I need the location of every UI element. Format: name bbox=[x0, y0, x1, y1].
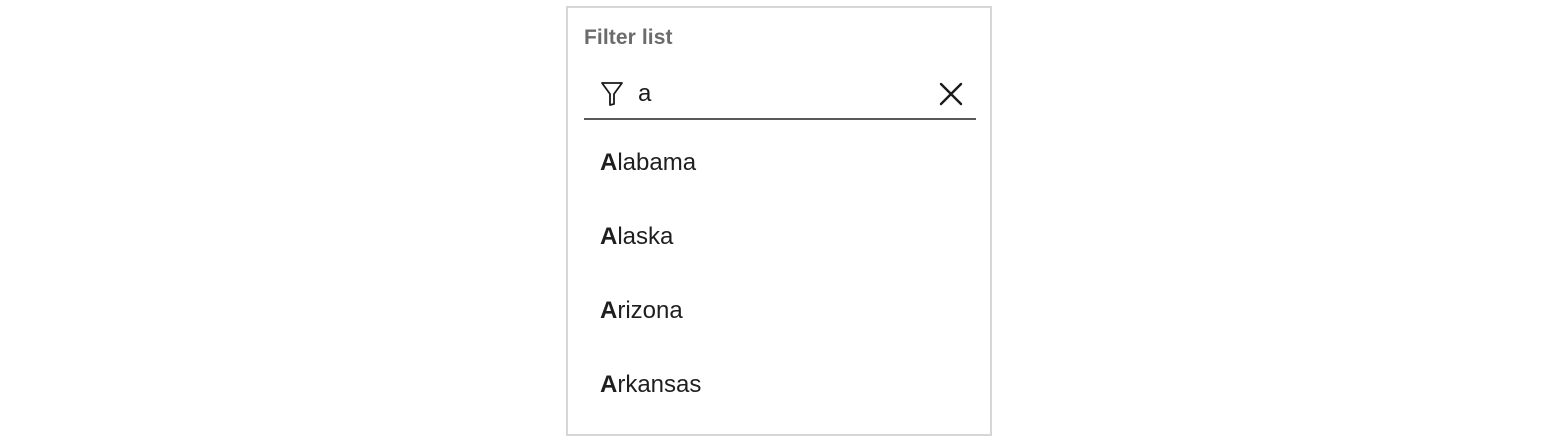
list-item[interactable]: Arkansas bbox=[584, 348, 976, 422]
filtered-results-list: Alabama Alaska Arizona Arkansas bbox=[584, 126, 976, 422]
filter-search-field[interactable] bbox=[584, 70, 976, 120]
match-highlight: A bbox=[600, 149, 618, 176]
list-item[interactable]: Alaska bbox=[584, 200, 976, 274]
item-label-rest: labama bbox=[617, 149, 697, 176]
filter-icon bbox=[600, 81, 624, 107]
list-item[interactable]: Arizona bbox=[584, 274, 976, 348]
filter-search-input[interactable] bbox=[638, 76, 918, 112]
match-highlight: A bbox=[600, 297, 618, 324]
item-label-rest: rizona bbox=[617, 297, 683, 324]
filter-list-label: Filter list bbox=[584, 26, 673, 49]
close-icon bbox=[939, 82, 963, 106]
item-label-rest: rkansas bbox=[617, 371, 702, 398]
clear-search-button[interactable] bbox=[936, 79, 966, 109]
item-label-rest: laska bbox=[617, 223, 674, 250]
match-highlight: A bbox=[600, 223, 618, 250]
match-highlight: A bbox=[600, 371, 618, 398]
filter-list-panel: Filter list Alabama Alaska Arizona Arka bbox=[566, 6, 992, 436]
list-item[interactable]: Alabama bbox=[584, 126, 976, 200]
